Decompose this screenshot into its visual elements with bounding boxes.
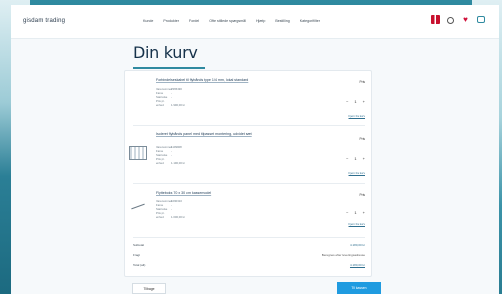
item-price: Pris xyxy=(359,80,366,84)
divider xyxy=(133,125,365,126)
heart-icon[interactable]: ♥ xyxy=(461,15,470,24)
cart-icon[interactable] xyxy=(477,16,485,23)
item-name[interactable]: Flytteboks 70 x 30 cm kassemodel xyxy=(156,191,316,196)
subtotal-value: 4.180,00 kr xyxy=(349,243,365,247)
subtotal-row: Subtotal 4.180,00 kr xyxy=(133,243,365,249)
remove-link[interactable]: Fjern fra kurv xyxy=(349,114,365,118)
cart-panel: Forbindelseskabel til flybånds type 1/4 … xyxy=(124,70,372,277)
checkout-button[interactable]: Til kassen xyxy=(337,282,381,294)
divider xyxy=(133,237,365,238)
qty-value[interactable]: 1 xyxy=(354,99,356,104)
minus-icon[interactable]: − xyxy=(346,156,348,161)
total-value: 4.180,00 kr xyxy=(349,263,365,267)
flag-icon[interactable] xyxy=(431,15,440,24)
plus-icon[interactable]: + xyxy=(363,99,365,104)
title-underline xyxy=(133,67,205,69)
nav-item-kunde[interactable]: Kunde xyxy=(143,19,153,23)
nav-item-produkter[interactable]: Produkter xyxy=(163,19,179,23)
nav-item-faq[interactable]: Ofte stillede spørgsmål xyxy=(209,19,246,23)
quantity-stepper: − 1 + xyxy=(346,210,365,215)
plus-icon[interactable]: + xyxy=(363,156,365,161)
shipping-value: Beregnes efter leveringsadresse xyxy=(321,253,365,257)
quantity-stepper: − 1 + xyxy=(346,156,365,161)
back-button[interactable]: Tilbage xyxy=(132,283,166,294)
item-name[interactable]: Isoleret flybånds panel med tilpasset mo… xyxy=(156,132,316,137)
main-nav: Kunde Produkter Fordel Ofte stillede spø… xyxy=(143,19,320,23)
nav-item-hjaelp[interactable]: Hjælp xyxy=(256,19,265,23)
remove-link[interactable]: Fjern fra kurv xyxy=(349,222,365,226)
item-specs: Varenummer1090310 Farve - Størrelse - Pris… xyxy=(156,199,185,219)
product-image[interactable] xyxy=(129,146,147,160)
product-image[interactable] xyxy=(129,201,147,215)
page-title: Din kurv xyxy=(133,43,198,62)
nav-item-kategorifilter[interactable]: Kategorifilter xyxy=(300,19,320,23)
item-price: Pris xyxy=(359,137,366,141)
item-name[interactable]: Forbindelseskabel til flybånds type 1/4 … xyxy=(156,78,316,83)
subtotal-label: Subtotal xyxy=(133,243,145,247)
item-specs: Varenummer2365490 Farve - Størrelse - Pris… xyxy=(156,87,185,107)
item-specs: Varenummer1109908 Farve - Størrelse - Pris… xyxy=(156,145,185,165)
minus-icon[interactable]: − xyxy=(346,210,348,215)
total-row: Total (alt) 4.180,00 kr xyxy=(133,263,365,269)
site-logo[interactable]: gisdam trading xyxy=(23,18,65,24)
shipping-label: Fragt xyxy=(133,253,141,257)
header-icons: ♥ xyxy=(431,15,485,24)
qty-value[interactable]: 1 xyxy=(354,156,356,161)
user-icon[interactable] xyxy=(447,16,454,24)
site-header: gisdam trading Kunde Produkter Fordel Of… xyxy=(11,5,499,39)
total-label: Total (alt) xyxy=(133,263,146,267)
nav-item-bestilling[interactable]: Bestilling xyxy=(275,19,289,23)
remove-link[interactable]: Fjern fra kurv xyxy=(349,171,365,175)
nav-item-fordel[interactable]: Fordel xyxy=(189,19,199,23)
divider xyxy=(133,183,365,184)
minus-icon[interactable]: − xyxy=(346,99,348,104)
item-price: Pris xyxy=(359,193,366,197)
quantity-stepper: − 1 + xyxy=(346,99,365,104)
qty-value[interactable]: 1 xyxy=(354,210,356,215)
plus-icon[interactable]: + xyxy=(363,210,365,215)
shipping-row: Fragt Beregnes efter leveringsadresse xyxy=(133,253,365,259)
